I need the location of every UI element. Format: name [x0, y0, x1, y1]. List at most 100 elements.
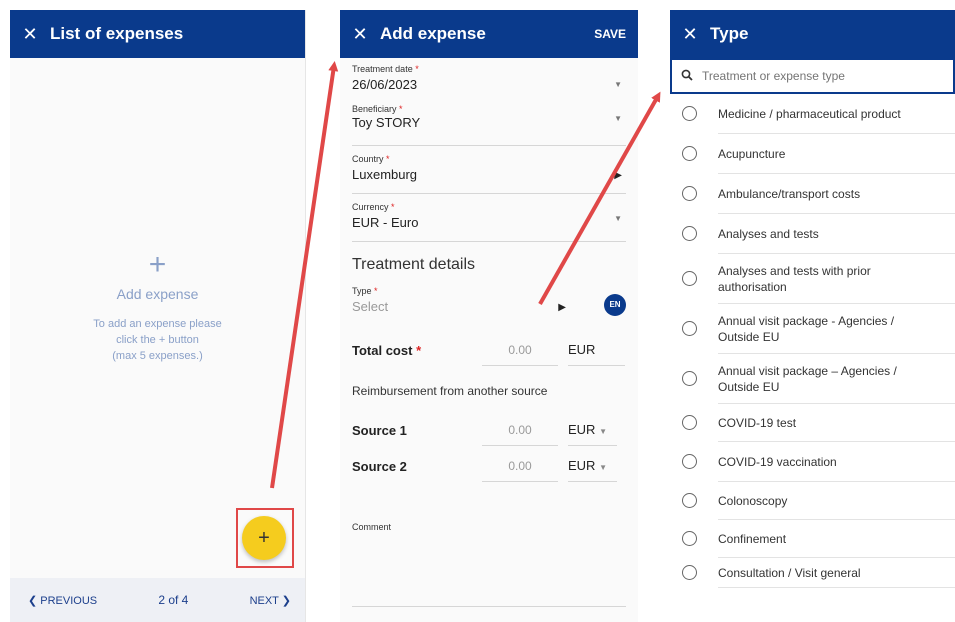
radio-button[interactable] [682, 531, 697, 546]
currency-label: Currency * [352, 202, 626, 212]
radio-button[interactable] [682, 271, 697, 286]
type-option-label: Ambulance/transport costs [718, 186, 861, 201]
list-header: ✕ List of expenses [10, 10, 305, 58]
search-icon [672, 69, 702, 84]
caret-down-icon: ▼ [614, 80, 622, 89]
radio-button[interactable] [682, 415, 697, 430]
radio-button[interactable] [682, 226, 697, 241]
type-field[interactable]: Type * Select ▶ EN [352, 286, 626, 328]
close-icon[interactable]: ✕ [340, 24, 380, 45]
list-of-expenses-panel: ✕ List of expenses + Add expense To add … [10, 10, 306, 622]
caret-right-icon: ▶ [614, 170, 622, 181]
required-mark: * [391, 202, 395, 212]
type-picker-panel: ✕ Type Medicine / pharmaceutical product… [670, 10, 955, 622]
radio-button[interactable] [682, 371, 697, 386]
source-1-amount-input[interactable]: 0.00 [482, 415, 558, 446]
type-option-label: Consultation / Visit general [718, 565, 861, 580]
beneficiary-label-text: Beneficiary [352, 104, 397, 114]
type-option[interactable]: Ambulance/transport costs [682, 174, 955, 214]
caret-down-icon: ▼ [599, 463, 607, 472]
plus-icon: + [148, 248, 167, 281]
country-label: Country * [352, 154, 626, 164]
language-badge[interactable]: EN [604, 294, 626, 316]
type-label-text: Type [352, 286, 372, 296]
type-option[interactable]: Analyses and tests with prior authorisat… [682, 254, 955, 304]
source-2-amount-input[interactable]: 0.00 [482, 451, 558, 482]
type-option[interactable]: Annual visit package – Agencies / Outsid… [682, 354, 955, 404]
required-mark: * [399, 104, 403, 114]
type-option[interactable]: Annual visit package - Agencies / Outsid… [682, 304, 955, 354]
total-cost-row: Total cost * 0.00 EUR [352, 334, 626, 366]
radio-button[interactable] [682, 186, 697, 201]
type-header: ✕ Type [670, 10, 955, 58]
comment-input[interactable] [352, 606, 626, 607]
required-mark: * [374, 286, 378, 296]
empty-hint: To add an expense please click the + but… [10, 316, 305, 364]
type-option[interactable]: Acupuncture [682, 134, 955, 174]
beneficiary-label: Beneficiary * [352, 104, 626, 114]
list-title: List of expenses [50, 24, 184, 43]
page-count: 2 of 4 [158, 593, 189, 607]
empty-state: + Add expense To add an expense please c… [10, 250, 305, 364]
add-expense-label: Add expense [116, 286, 199, 302]
country-value: Luxemburg [352, 167, 418, 182]
currency-label-text: Currency [352, 202, 389, 212]
source-2-currency-select[interactable]: EUR ▼ [568, 450, 617, 482]
treatment-details-heading: Treatment details [352, 256, 476, 273]
pager: ❮ PREVIOUS 2 of 4 NEXT ❯ [10, 578, 305, 622]
type-option[interactable]: Analyses and tests [682, 214, 955, 254]
country-field[interactable]: Country * Luxemburg ▶ [352, 146, 626, 194]
currency-field[interactable]: Currency * EUR - Euro ▼ [352, 194, 626, 242]
type-option[interactable]: COVID-19 test [682, 404, 955, 442]
add-expense-header: ✕ Add expense SAVE [340, 10, 638, 58]
close-icon[interactable]: ✕ [670, 24, 710, 45]
beneficiary-field[interactable]: Beneficiary * Toy STORY ▼ [352, 104, 626, 146]
source-1-currency-select[interactable]: EUR ▼ [568, 414, 617, 446]
source-2-label: Source 2 [352, 458, 407, 474]
previous-button[interactable]: ❮ PREVIOUS [28, 594, 97, 607]
radio-button[interactable] [682, 146, 697, 161]
source-1-currency-value: EUR [568, 422, 596, 437]
save-button[interactable]: SAVE [594, 27, 626, 41]
caret-down-icon: ▼ [599, 427, 607, 436]
beneficiary-value: Toy STORY [352, 115, 421, 130]
total-cost-input[interactable]: 0.00 [482, 335, 558, 366]
radio-button[interactable] [682, 106, 697, 121]
type-option[interactable]: COVID-19 vaccination [682, 442, 955, 482]
type-option-label: Annual visit package – Agencies / Outsid… [718, 363, 897, 394]
type-option[interactable]: Medicine / pharmaceutical product [682, 94, 955, 134]
reimbursement-label: Reimbursement from another source [352, 384, 548, 398]
treatment-date-label-text: Treatment date [352, 64, 413, 74]
next-button[interactable]: NEXT ❯ [250, 594, 291, 607]
type-label: Type * [352, 286, 626, 296]
type-option[interactable]: Confinement [682, 520, 955, 558]
radio-button[interactable] [682, 321, 697, 336]
type-search-input[interactable] [702, 69, 932, 83]
radio-button[interactable] [682, 565, 697, 580]
type-option[interactable]: Colonoscopy [682, 482, 955, 520]
caret-down-icon: ▼ [614, 214, 622, 223]
source-1-row: Source 1 0.00 EUR ▼ [352, 414, 626, 446]
add-expense-fab-button[interactable]: + [242, 516, 286, 560]
type-option-label: Acupuncture [718, 146, 786, 161]
close-icon[interactable]: ✕ [10, 24, 50, 45]
required-mark: * [416, 342, 422, 358]
radio-button[interactable] [682, 454, 697, 469]
add-expense-panel: ✕ Add expense SAVE Treatment date * 26/0… [340, 10, 638, 622]
screenshot-stage: ✕ List of expenses + Add expense To add … [0, 0, 955, 622]
type-option-label: COVID-19 vaccination [718, 454, 837, 469]
country-label-text: Country [352, 154, 384, 164]
source-1-label: Source 1 [352, 422, 407, 438]
hint-line-2: click the + button [116, 334, 199, 346]
radio-button[interactable] [682, 493, 697, 508]
treatment-date-field[interactable]: Treatment date * 26/06/2023 ▼ [352, 58, 626, 104]
hint-line-3: (max 5 expenses.) [112, 350, 203, 362]
caret-down-icon: ▼ [614, 114, 622, 123]
type-search-box [670, 58, 955, 94]
source-2-currency-value: EUR [568, 458, 596, 473]
type-placeholder: Select [352, 299, 389, 314]
treatment-date-value: 26/06/2023 [352, 77, 418, 92]
type-option[interactable]: Consultation / Visit general [682, 558, 955, 588]
hint-line-1: To add an expense please [93, 318, 222, 330]
total-cost-currency: EUR [568, 334, 626, 366]
